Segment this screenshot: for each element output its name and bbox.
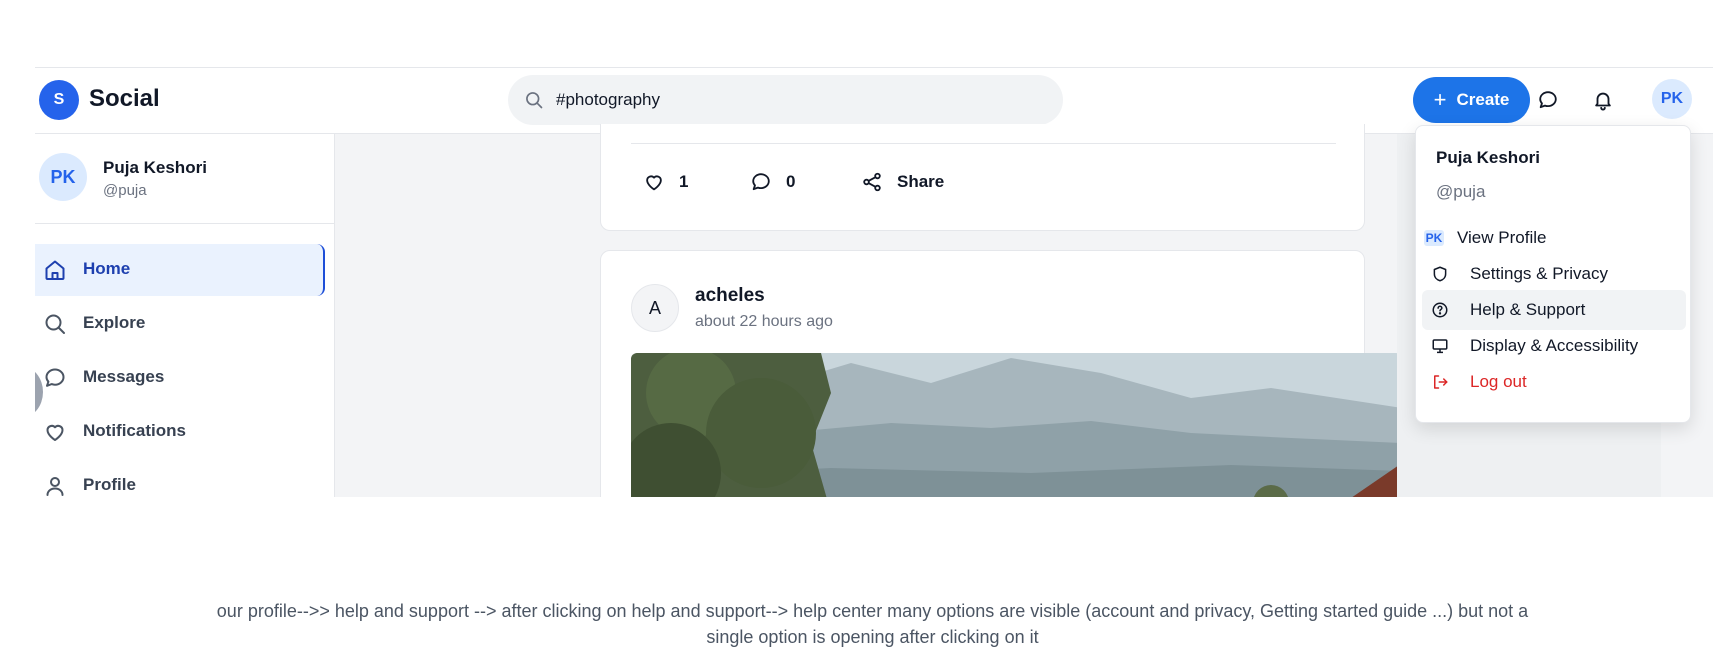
- search-icon: [45, 314, 65, 334]
- sidebar-user[interactable]: PK Puja Keshori @puja: [35, 134, 335, 224]
- avatar-badge: PK: [1423, 230, 1445, 246]
- avatar-icon: PK: [1423, 228, 1445, 248]
- message-icon: [1539, 91, 1557, 109]
- create-button[interactable]: + Create: [1413, 77, 1530, 123]
- comment-count: 0: [786, 172, 796, 191]
- help-circle-icon: [1430, 300, 1450, 320]
- menu-item-view-profile[interactable]: PK View Profile: [1422, 218, 1686, 258]
- menu-item-label: Log out: [1470, 372, 1527, 391]
- search-input[interactable]: [556, 85, 1036, 115]
- notifications-button[interactable]: [1589, 86, 1617, 114]
- dropdown-user-name: Puja Keshori: [1436, 148, 1540, 167]
- sidebar: PK Puja Keshori @puja Home Explore Messa…: [35, 134, 335, 497]
- landscape-image: [631, 353, 1402, 497]
- bell-icon: [1595, 92, 1611, 111]
- shield-icon: [1430, 264, 1450, 284]
- post-card: 1 0 Share: [600, 124, 1365, 231]
- menu-item-display-accessibility[interactable]: Display & Accessibility: [1422, 326, 1686, 366]
- logout-icon: [1430, 372, 1450, 392]
- menu-item-label: Display & Accessibility: [1470, 336, 1639, 355]
- sidebar-item-label: Home: [83, 259, 131, 278]
- monitor-icon: [1430, 336, 1450, 356]
- plus-icon: +: [1433, 87, 1447, 112]
- menu-item-settings-privacy[interactable]: Settings & Privacy: [1422, 254, 1686, 294]
- user-handle: @puja: [103, 182, 147, 199]
- menu-item-log-out[interactable]: Log out: [1422, 362, 1686, 402]
- user-icon: [46, 477, 64, 496]
- post-card: A acheles about 22 hours ago: [600, 250, 1402, 497]
- avatar[interactable]: A: [631, 284, 679, 332]
- sidebar-item-notifications[interactable]: Notifications: [35, 406, 325, 458]
- sidebar-item-explore[interactable]: Explore: [35, 298, 325, 350]
- sidebar-item-label: Profile: [83, 475, 136, 494]
- post-timestamp: about 22 hours ago: [695, 313, 833, 330]
- profile-dropdown-menu: Puja Keshori @puja PK View Profile Setti…: [1415, 125, 1691, 423]
- menu-item-label: Settings & Privacy: [1470, 264, 1608, 283]
- logo-badge[interactable]: S: [39, 80, 79, 120]
- divider: [631, 143, 1336, 144]
- search-icon: [526, 92, 543, 109]
- menu-item-help-support[interactable]: Help & Support: [1422, 290, 1686, 330]
- app-name[interactable]: Social: [89, 85, 160, 113]
- dropdown-user-handle: @puja: [1436, 182, 1486, 201]
- message-icon: [45, 368, 65, 387]
- share-button[interactable]: Share: [861, 171, 944, 193]
- post-image[interactable]: [631, 353, 1402, 497]
- sidebar-item-home[interactable]: Home: [35, 244, 325, 296]
- heart-icon: [646, 175, 662, 191]
- messages-button[interactable]: [1534, 86, 1562, 114]
- sidebar-item-label: Notifications: [83, 421, 186, 440]
- sidebar-item-label: Explore: [83, 313, 146, 332]
- search-bar[interactable]: [508, 75, 1063, 125]
- profile-avatar-button[interactable]: PK: [1652, 79, 1692, 119]
- sidebar-item-profile[interactable]: Profile: [35, 460, 325, 497]
- sidebar-item-messages[interactable]: Messages: [35, 352, 325, 404]
- sidebar-item-label: Messages: [83, 367, 165, 386]
- user-name: Puja Keshori: [103, 158, 207, 177]
- create-label: Create: [1456, 90, 1510, 109]
- bug-report-caption: our profile-->> help and support --> aft…: [216, 601, 1529, 647]
- share-icon: [863, 172, 881, 192]
- menu-item-label: Help & Support: [1470, 300, 1586, 319]
- avatar: PK: [39, 153, 87, 201]
- comment-icon: [752, 173, 770, 191]
- like-count: 1: [679, 172, 689, 191]
- post-author[interactable]: acheles: [695, 285, 765, 307]
- heart-icon: [46, 424, 64, 441]
- like-button[interactable]: 1: [643, 171, 688, 193]
- menu-item-label: View Profile: [1457, 228, 1547, 247]
- comment-button[interactable]: 0: [750, 171, 795, 193]
- home-icon: [45, 260, 65, 280]
- share-label: Share: [897, 172, 945, 191]
